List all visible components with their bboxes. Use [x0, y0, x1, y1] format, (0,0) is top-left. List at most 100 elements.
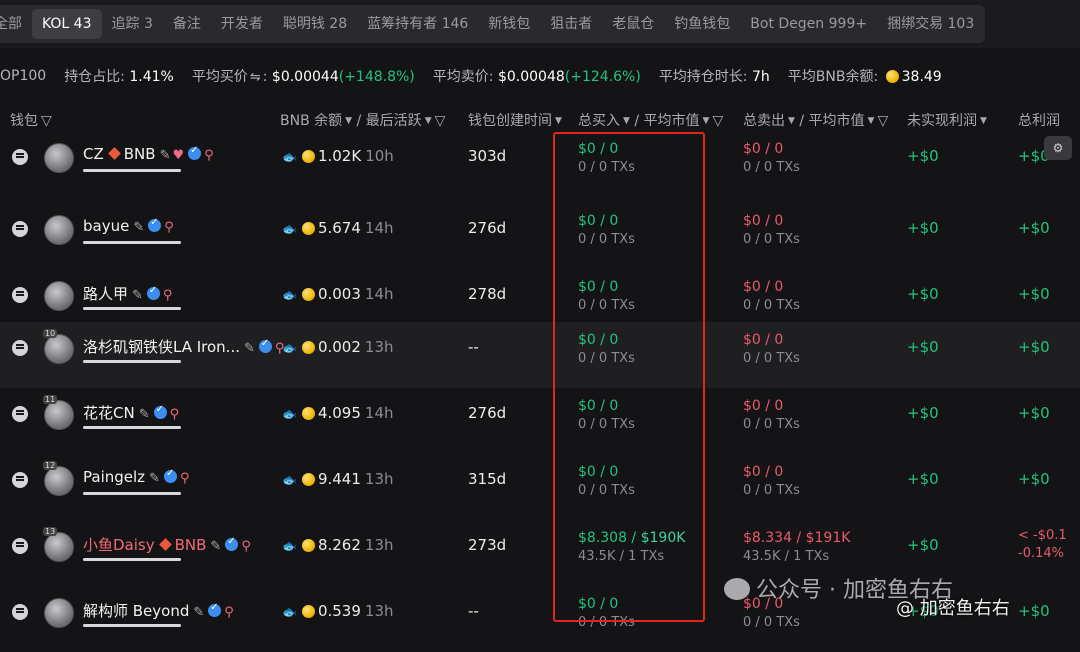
total-profit: +$0	[1018, 338, 1050, 356]
verified-icon	[188, 145, 202, 160]
total-profit: +$0	[1018, 602, 1050, 620]
tab-developer[interactable]: 开发者	[211, 9, 273, 39]
created-time: 273d	[468, 536, 507, 554]
avatar[interactable]: 11	[43, 395, 74, 430]
progress-bar	[83, 241, 181, 244]
avatar[interactable]: 13	[43, 527, 74, 562]
chart-icon[interactable]	[12, 340, 28, 356]
chart-icon[interactable]	[12, 604, 28, 620]
total-sell: $0 / 0	[743, 332, 784, 348]
verified-icon	[153, 404, 167, 419]
unrealized-profit: +$0	[907, 285, 939, 303]
chart-icon[interactable]	[12, 472, 28, 488]
wallet-name[interactable]: Paingelz✎⚲	[83, 468, 189, 486]
col-total-sell[interactable]: 总卖出 ▼ / 平均市值 ▼ ▽	[743, 110, 888, 130]
wallet-name[interactable]: bayue✎⚲	[83, 217, 174, 235]
verified-icon	[148, 217, 162, 232]
total-buy: $0 / 0	[578, 596, 619, 612]
wallet-name[interactable]: CZBNB✎♥⚲	[83, 145, 214, 163]
bnb-coin-icon	[301, 341, 315, 354]
link-icon: ⚲	[241, 539, 251, 554]
table-header: 钱包 ▽ BNB 余额 ▼ / 最后活跃 ▼ ▽ 钱包创建时间 ▼ 总买入 ▼ / 平均市值…	[0, 106, 1080, 134]
buy-txs: 0 / 0 TXs	[578, 615, 635, 630]
total-buy: $0 / 0	[578, 464, 619, 480]
tab-insider[interactable]: 老鼠仓	[602, 9, 664, 39]
bnb-diamond-icon	[158, 538, 172, 551]
tab-list: 全部 KOL 43 追踪 3 备注 开发者 聪明钱 28 蓝筹持有者 146 新…	[0, 5, 985, 43]
chart-icon[interactable]	[12, 287, 28, 303]
table-row[interactable]: 12Paingelz✎⚲🐟9.44113h315d$0 / 00 / 0 TXs…	[0, 454, 1080, 520]
col-total-profit[interactable]: 总利润	[1018, 110, 1060, 130]
sort-icon: ▼	[980, 116, 987, 126]
chart-icon[interactable]	[12, 149, 28, 165]
col-unrealized[interactable]: 未实现利润 ▼	[907, 110, 987, 130]
table-row[interactable]: 11花花CN✎⚲🐟4.09514h276d$0 / 00 / 0 TXs$0 /…	[0, 388, 1080, 454]
bnb-coin-icon	[301, 539, 315, 552]
chart-icon[interactable]	[12, 406, 28, 422]
sort-icon: ▼	[424, 116, 432, 126]
table-row[interactable]: CZBNB✎♥⚲🐟1.02K10h303d$0 / 00 / 0 TXs$0 /…	[0, 137, 1080, 203]
tab-kol[interactable]: KOL 43	[32, 9, 102, 39]
bnb-coin-icon	[301, 473, 315, 486]
col-total-buy[interactable]: 总买入 ▼ / 平均市值 ▼ ▽	[578, 110, 723, 130]
created-time: 276d	[468, 219, 507, 237]
expand-icon[interactable]: ⚙	[1044, 136, 1072, 160]
buy-txs: 43.5K / 1 TXs	[578, 549, 665, 564]
link-icon: ⚲	[179, 471, 190, 486]
chart-icon[interactable]	[12, 221, 28, 237]
avg-hold-time: 平均持仓时长: 7h	[658, 69, 770, 85]
sell-txs: 0 / 0 TXs	[743, 351, 800, 366]
total-buy: $0 / 0	[578, 398, 619, 414]
avatar[interactable]	[44, 215, 74, 245]
avatar[interactable]: 10	[43, 329, 74, 364]
verified-icon	[163, 468, 177, 483]
sort-icon: ▼	[345, 116, 353, 126]
swap-icon[interactable]: ⇋	[250, 70, 261, 85]
table-row[interactable]: bayue✎⚲🐟5.67414h276d$0 / 00 / 0 TXs$0 / …	[0, 203, 1080, 269]
avatar[interactable]	[44, 598, 74, 628]
tab-sniper[interactable]: 狙击者	[540, 9, 602, 39]
edit-icon: ✎	[193, 605, 205, 620]
col-bnb-balance[interactable]: BNB 余额 ▼ / 最后活跃 ▼ ▽	[280, 110, 445, 130]
wallet-name[interactable]: 路人甲✎⚲	[83, 283, 172, 304]
total-profit: +$0	[1018, 219, 1050, 237]
wallet-name[interactable]: 洛杉矶钢铁侠LA Iron...✎⚲	[83, 336, 284, 357]
col-created[interactable]: 钱包创建时间 ▼	[468, 110, 562, 130]
tab-all[interactable]: 全部	[0, 9, 32, 39]
tab-new-wallet[interactable]: 新钱包	[478, 9, 540, 39]
tab-bluechip-holders[interactable]: 蓝筹持有者 146	[357, 9, 478, 39]
tab-bot-degen[interactable]: Bot Degen 999+	[740, 9, 877, 39]
total-sell: $0 / 0	[743, 141, 784, 157]
bnb-coin-icon	[301, 150, 315, 163]
wallet-name[interactable]: 小鱼DaisyBNB✎⚲	[83, 534, 251, 555]
tab-notes[interactable]: 备注	[163, 9, 211, 39]
wechat-icon	[724, 578, 750, 600]
avatar[interactable]	[44, 281, 74, 311]
chart-icon[interactable]	[12, 538, 28, 554]
sell-txs: 0 / 0 TXs	[743, 298, 800, 313]
total-profit: +$0	[1018, 404, 1050, 422]
tab-tracking[interactable]: 追踪 3	[102, 9, 163, 39]
total-buy: $0 / 0	[578, 279, 619, 295]
buy-txs: 0 / 0 TXs	[578, 160, 635, 175]
tab-bundle-trades[interactable]: 捆绑交易 103	[877, 9, 984, 39]
col-wallet[interactable]: 钱包 ▽	[10, 110, 52, 130]
heart-icon: ♥	[172, 148, 185, 163]
bnb-balance: 🐟 9.441 13h	[282, 470, 394, 488]
fish-icon: 🐟	[282, 288, 297, 302]
total-sell: $0 / 0	[743, 398, 784, 414]
bnb-diamond-icon	[107, 147, 121, 160]
verified-icon	[146, 285, 160, 300]
link-icon: ⚲	[162, 288, 173, 303]
total-sell: $0 / 0	[743, 464, 784, 480]
tab-smart-money[interactable]: 聪明钱 28	[273, 9, 357, 39]
wallet-name[interactable]: 解构师 Beyond✎⚲	[83, 600, 234, 621]
avatar[interactable]	[44, 143, 74, 173]
total-buy: $8.308 / $190K	[578, 530, 686, 546]
wallet-name[interactable]: 花花CN✎⚲	[83, 402, 179, 423]
avatar[interactable]: 12	[43, 461, 74, 496]
table-row[interactable]: 10 洛杉矶钢铁侠LA Iron...✎⚲🐟0.00213h -- $0 / 0 0 /…	[0, 322, 1080, 388]
tab-phishing-wallet[interactable]: 钓鱼钱包	[664, 9, 740, 39]
sort-icon: ▼	[702, 116, 710, 126]
buy-txs: 0 / 0 TXs	[578, 483, 635, 498]
